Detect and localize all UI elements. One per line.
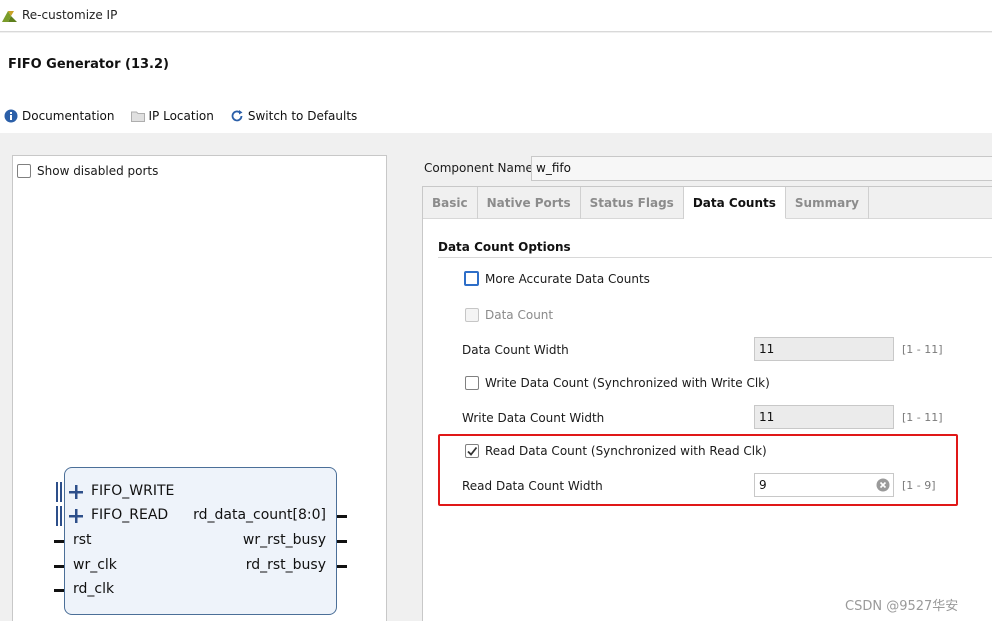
component-name-input[interactable]: w_fifo bbox=[531, 156, 992, 181]
ip-symbol-block: FIFO_WRITE FIFO_READ rst wr_clk rd_clk r… bbox=[54, 467, 347, 615]
tab-basic[interactable]: Basic bbox=[423, 187, 478, 219]
port-fifo-read: FIFO_READ bbox=[91, 507, 169, 523]
write-data-count-width-range: [1 - 11] bbox=[902, 411, 943, 424]
window-title: Re-customize IP bbox=[22, 8, 118, 22]
tab-native-ports[interactable]: Native Ports bbox=[478, 187, 581, 219]
write-data-count-row[interactable]: Write Data Count (Synchronized with Writ… bbox=[465, 376, 770, 390]
title-bar: Re-customize IP bbox=[0, 0, 992, 32]
read-data-count-width-input[interactable]: 9 bbox=[754, 473, 894, 497]
tab-summary[interactable]: Summary bbox=[786, 187, 869, 219]
more-accurate-checkbox[interactable] bbox=[464, 271, 479, 286]
refresh-icon bbox=[230, 109, 244, 123]
folder-icon bbox=[130, 109, 145, 123]
port-pin bbox=[337, 540, 347, 543]
port-pin bbox=[337, 515, 347, 518]
port-wr-rst-busy: wr_rst_busy bbox=[242, 532, 326, 548]
vivado-logo-icon bbox=[2, 11, 17, 22]
show-disabled-ports-label: Show disabled ports bbox=[37, 164, 159, 178]
more-accurate-row[interactable]: More Accurate Data Counts bbox=[464, 271, 650, 286]
port-rd-data-count: rd_data_count[8:0] bbox=[193, 507, 326, 523]
page-title: FIFO Generator (13.2) bbox=[8, 57, 169, 72]
component-name-label: Component Name bbox=[424, 161, 533, 175]
write-data-count-checkbox[interactable] bbox=[465, 376, 479, 390]
write-data-count-width-input[interactable]: 11 bbox=[754, 405, 894, 429]
checkmark-icon bbox=[467, 446, 478, 456]
show-disabled-ports-row[interactable]: Show disabled ports bbox=[17, 164, 158, 178]
expand-plus-icon[interactable] bbox=[69, 509, 83, 523]
port-pin bbox=[54, 589, 64, 592]
write-data-count-label: Write Data Count (Synchronized with Writ… bbox=[485, 376, 770, 390]
tab-data-counts[interactable]: Data Counts bbox=[683, 187, 786, 219]
bus-bar bbox=[56, 482, 58, 502]
read-data-count-width-label: Read Data Count Width bbox=[462, 479, 603, 493]
read-data-count-checkbox[interactable] bbox=[465, 444, 479, 458]
ip-symbol-panel: Show disabled ports FIFO_WRITE FIFO_READ… bbox=[12, 155, 387, 621]
tab-status-flags[interactable]: Status Flags bbox=[581, 187, 684, 219]
section-title: Data Count Options bbox=[438, 240, 571, 254]
documentation-label: Documentation bbox=[22, 109, 115, 123]
read-data-count-label: Read Data Count (Synchronized with Read … bbox=[485, 444, 767, 458]
content-area: Show disabled ports FIFO_WRITE FIFO_READ… bbox=[0, 134, 992, 621]
ip-location-button[interactable]: IP Location bbox=[130, 109, 214, 123]
bus-bar bbox=[56, 506, 58, 526]
documentation-button[interactable]: Documentation bbox=[4, 109, 115, 123]
port-pin bbox=[54, 565, 64, 568]
data-count-row[interactable]: Data Count bbox=[465, 308, 553, 322]
show-disabled-ports-checkbox[interactable] bbox=[17, 164, 31, 178]
port-rd-clk: rd_clk bbox=[73, 581, 115, 597]
watermark: CSDN @9527华安 bbox=[845, 599, 959, 614]
bus-bar bbox=[60, 506, 62, 526]
read-data-count-width-range: [1 - 9] bbox=[902, 479, 936, 492]
ip-location-label: IP Location bbox=[148, 109, 214, 123]
bus-bar bbox=[60, 482, 62, 502]
data-count-width-label: Data Count Width bbox=[462, 343, 569, 357]
read-data-count-row[interactable]: Read Data Count (Synchronized with Read … bbox=[465, 444, 767, 458]
data-count-width-input[interactable]: 11 bbox=[754, 337, 894, 361]
data-count-label: Data Count bbox=[485, 308, 554, 322]
port-pin bbox=[54, 540, 64, 543]
data-count-checkbox[interactable] bbox=[465, 308, 479, 322]
info-icon bbox=[4, 109, 18, 123]
port-pin bbox=[337, 565, 347, 568]
port-wr-clk: wr_clk bbox=[73, 557, 117, 573]
toolbar: Documentation IP Location Switch to Defa… bbox=[0, 104, 369, 128]
port-rst: rst bbox=[73, 532, 92, 548]
section-divider bbox=[438, 257, 992, 258]
tab-bar: Basic Native Ports Status Flags Data Cou… bbox=[423, 187, 992, 219]
data-count-width-range: [1 - 11] bbox=[902, 343, 943, 356]
more-accurate-label: More Accurate Data Counts bbox=[485, 271, 650, 286]
config-tabs-panel: Basic Native Ports Status Flags Data Cou… bbox=[422, 186, 992, 621]
read-data-count-width-value: 9 bbox=[759, 478, 767, 492]
write-data-count-width-label: Write Data Count Width bbox=[462, 411, 605, 425]
switch-defaults-button[interactable]: Switch to Defaults bbox=[230, 109, 357, 123]
port-fifo-write: FIFO_WRITE bbox=[91, 483, 175, 499]
clear-input-icon[interactable] bbox=[876, 478, 890, 492]
port-rd-rst-busy: rd_rst_busy bbox=[245, 557, 326, 573]
switch-defaults-label: Switch to Defaults bbox=[247, 109, 358, 123]
expand-plus-icon[interactable] bbox=[69, 485, 83, 499]
